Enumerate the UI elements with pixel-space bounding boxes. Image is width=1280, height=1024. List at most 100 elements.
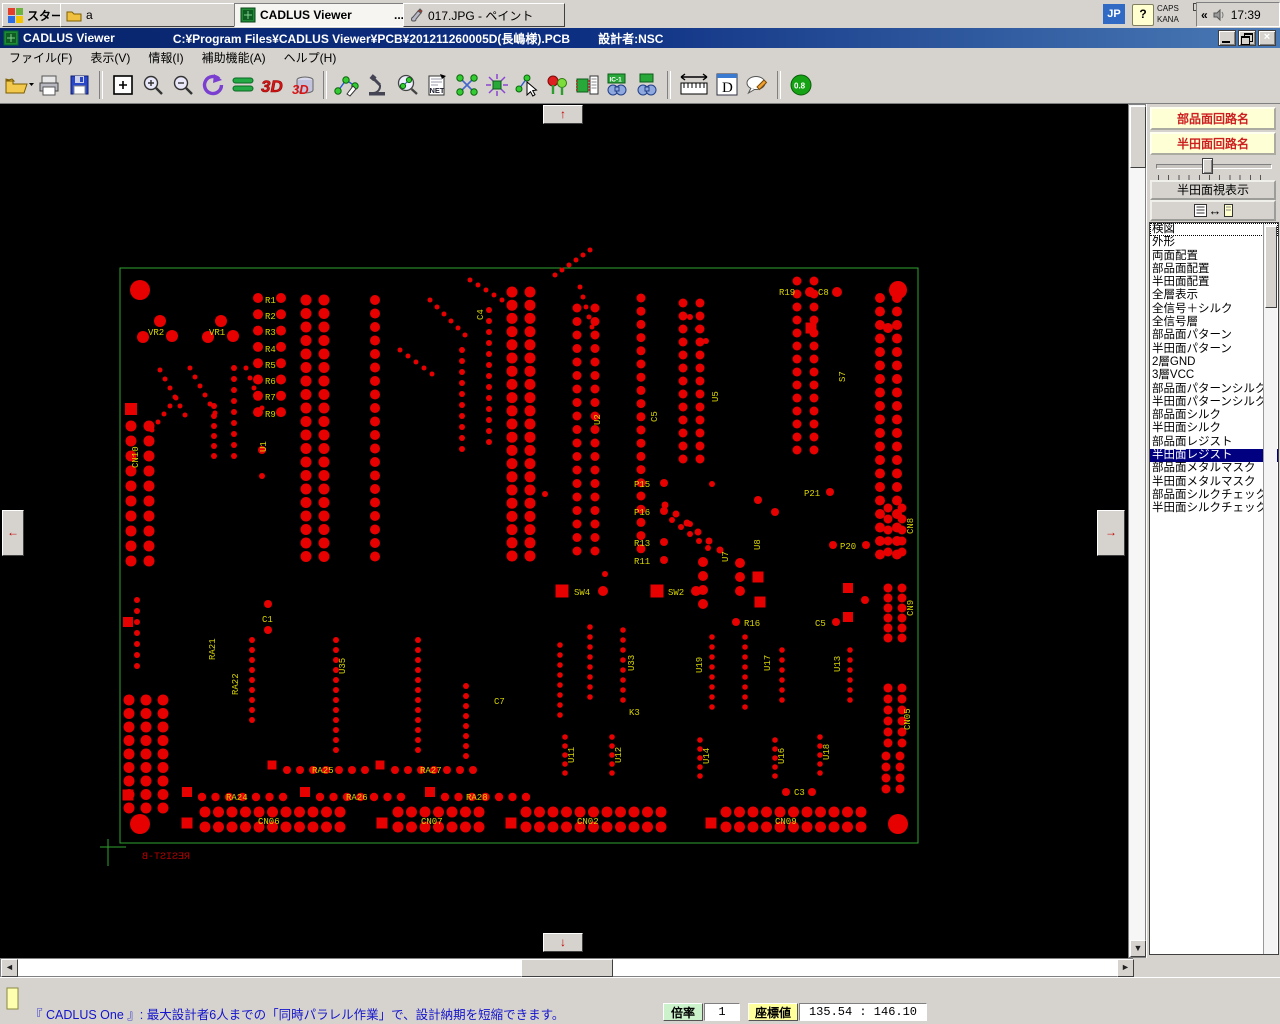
zoom-window-button[interactable] xyxy=(108,70,138,100)
menu-item-3[interactable]: 補助機能(A) xyxy=(193,48,275,67)
layer-item-1[interactable]: 外形 xyxy=(1150,236,1278,249)
transparency-slider[interactable] xyxy=(1150,156,1276,182)
solder-side-view-button[interactable]: 半田面視表示 xyxy=(1150,180,1276,200)
minimize-button[interactable] xyxy=(1218,30,1236,46)
hscroll-right-arrow[interactable]: ► xyxy=(1117,959,1134,977)
layer-item-16[interactable]: 部品面レジスト xyxy=(1150,436,1278,449)
layer-display-button[interactable] xyxy=(228,70,258,100)
net-select-button[interactable] xyxy=(512,70,542,100)
part-search-button[interactable] xyxy=(632,70,662,100)
vertical-scrollbar[interactable]: ▼ xyxy=(1128,104,1146,958)
svg-text:CN09: CN09 xyxy=(775,817,797,827)
layer-item-19[interactable]: 半田面メタルマスク xyxy=(1150,476,1278,489)
svg-text:R11: R11 xyxy=(634,557,650,567)
task-button-paint[interactable]: 017.JPG - ペイント xyxy=(403,3,565,27)
slider-thumb[interactable] xyxy=(1202,158,1213,174)
layer-item-14[interactable]: 部品面シルク xyxy=(1150,409,1278,422)
windows-logo-icon xyxy=(8,7,23,23)
solder-circuit-name-button[interactable]: 半田面回路名 xyxy=(1150,132,1276,155)
part-list-button[interactable] xyxy=(572,70,602,100)
vscroll-thumb[interactable] xyxy=(1130,106,1146,168)
via-check-button[interactable] xyxy=(542,70,572,100)
layer-item-9[interactable]: 半田面パターン xyxy=(1150,343,1278,356)
layer-item-12[interactable]: 部品面パターンシルク xyxy=(1150,383,1278,396)
menu-item-1[interactable]: 表示(V) xyxy=(81,48,139,67)
tray-expand-icon[interactable]: « xyxy=(1201,8,1208,22)
pan-up-button[interactable]: ↑ xyxy=(543,105,583,124)
pan-right-button[interactable]: → xyxy=(1097,510,1125,556)
pan-left-button[interactable]: ← xyxy=(2,510,24,556)
view-3d-button[interactable]: 3D xyxy=(258,70,288,100)
layer-scroll-thumb[interactable] xyxy=(1265,226,1277,308)
svg-text:U17: U17 xyxy=(763,655,773,671)
svg-text:P20: P20 xyxy=(840,542,856,552)
layer-item-15[interactable]: 半田面シルク xyxy=(1150,422,1278,435)
board-3d-button[interactable]: 3D xyxy=(288,70,318,100)
net-edit-button[interactable] xyxy=(332,70,362,100)
menu-item-2[interactable]: 情報(I) xyxy=(139,48,192,67)
comment-button[interactable] xyxy=(742,70,772,100)
task-button-cadlus[interactable]: CADLUS Viewer ... xyxy=(234,3,410,27)
svg-text:CN05: CN05 xyxy=(903,708,913,730)
layer-item-20[interactable]: 部品面シルクチェック xyxy=(1150,489,1278,502)
save-button[interactable] xyxy=(64,70,94,100)
layer-item-3[interactable]: 部品面配置 xyxy=(1150,263,1278,276)
restore-button[interactable] xyxy=(1238,30,1256,46)
layer-item-8[interactable]: 部品面パターン xyxy=(1150,329,1278,342)
svg-text:C7: C7 xyxy=(494,697,505,707)
layer-item-10[interactable]: 2層GND xyxy=(1150,356,1278,369)
layer-item-6[interactable]: 全信号＋シルク xyxy=(1150,303,1278,316)
layer-item-18[interactable]: 部品面メタルマスク xyxy=(1150,462,1278,475)
ic-search-button[interactable]: IC-1 xyxy=(602,70,632,100)
net-zoom-button[interactable] xyxy=(392,70,422,100)
layer-swap-button[interactable]: ↔ xyxy=(1150,200,1276,221)
net-cross-button[interactable] xyxy=(452,70,482,100)
hscroll-thumb[interactable] xyxy=(521,959,613,977)
pan-down-button[interactable]: ↓ xyxy=(543,933,583,952)
zoom-out-button[interactable] xyxy=(168,70,198,100)
svg-text:U7: U7 xyxy=(721,551,731,562)
ime-help-icon[interactable]: ? xyxy=(1132,4,1154,26)
top-circuit-name-button[interactable]: 部品面回路名 xyxy=(1150,107,1276,130)
layer-item-4[interactable]: 半田面配置 xyxy=(1150,276,1278,289)
volume-icon[interactable] xyxy=(1213,8,1226,21)
measure-button[interactable] xyxy=(676,70,712,100)
hscroll-left-arrow[interactable]: ◄ xyxy=(1,959,18,977)
layer-item-2[interactable]: 両面配置 xyxy=(1150,250,1278,263)
layer-item-21[interactable]: 半田面シルクチェック xyxy=(1150,502,1278,515)
menu-item-4[interactable]: ヘルプ(H) xyxy=(275,48,346,67)
layer-item-5[interactable]: 全層表示 xyxy=(1150,289,1278,302)
task-label: CADLUS Viewer xyxy=(260,8,352,22)
menu-item-0[interactable]: ファイル(F) xyxy=(0,48,81,67)
layer-item-11[interactable]: 3層VCC xyxy=(1150,369,1278,382)
menu-bar: ファイル(F) 表示(V) 情報(I) 補助機能(A) ヘルプ(H) xyxy=(0,48,1280,66)
start-button[interactable]: スタート xyxy=(2,3,68,27)
net-list-button[interactable]: NET xyxy=(422,70,452,100)
note-icon xyxy=(6,987,19,1010)
print-button[interactable] xyxy=(34,70,64,100)
layer-item-13[interactable]: 半田面パターンシルク xyxy=(1150,396,1278,409)
pcb-canvas[interactable]: VR2 VR1 R1 R2 R3 R4 R5 R6 R7 R9 CN10 U1 C4 U2 C5 U5 S7 R1… xyxy=(0,104,1128,958)
layer-item-7[interactable]: 全信号層 xyxy=(1150,316,1278,329)
detail-d-button[interactable]: D xyxy=(712,70,742,100)
svg-text:RA27: RA27 xyxy=(420,766,442,776)
layer-item-17[interactable]: 半田面レジスト xyxy=(1150,449,1278,463)
zoom-in-button[interactable] xyxy=(138,70,168,100)
open-folder-button[interactable] xyxy=(4,70,34,100)
layer-listbox[interactable]: 検図 外形 両面配置 部品面配置 半田面配置 全層表示 全信号＋シルク 全信号層 部品面パターン… xyxy=(1149,222,1279,955)
inspect-microscope-button[interactable] xyxy=(362,70,392,100)
layer-item-0[interactable]: 検図 xyxy=(1150,223,1278,237)
clock[interactable]: 17:39 xyxy=(1231,8,1261,22)
task-button-folder-a[interactable]: a xyxy=(60,3,240,27)
layer-list-scrollbar[interactable] xyxy=(1263,224,1277,954)
vscroll-down-arrow[interactable]: ▼ xyxy=(1130,940,1146,957)
svg-text:C4: C4 xyxy=(476,309,486,320)
horizontal-scrollbar[interactable]: ◄ ► xyxy=(0,958,1134,977)
close-button[interactable]: × xyxy=(1258,30,1276,46)
svg-text:C5: C5 xyxy=(650,411,660,422)
line-width-button[interactable]: 0.8 xyxy=(786,70,816,100)
ime-indicator[interactable]: JP xyxy=(1103,4,1125,24)
redraw-button[interactable] xyxy=(198,70,228,100)
part-highlight-button[interactable] xyxy=(482,70,512,100)
svg-text:U13: U13 xyxy=(833,656,843,672)
